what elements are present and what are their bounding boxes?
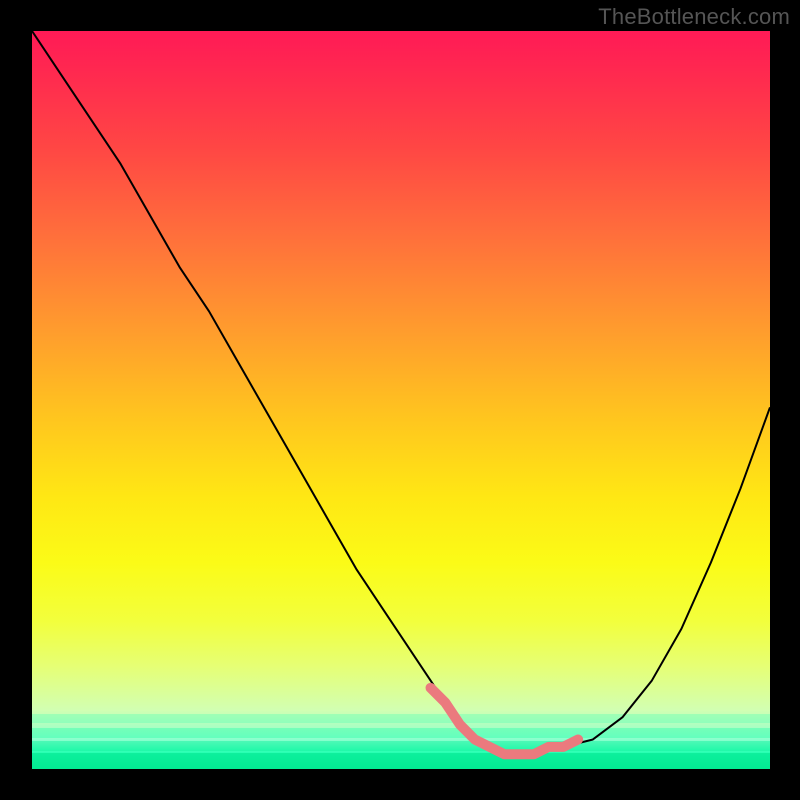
plot-area — [32, 31, 770, 769]
chart-svg — [32, 31, 770, 769]
optimal-range-marker — [431, 688, 579, 754]
watermark-text: TheBottleneck.com — [598, 4, 790, 30]
bottleneck-curve — [32, 31, 770, 754]
chart-frame: TheBottleneck.com — [0, 0, 800, 800]
